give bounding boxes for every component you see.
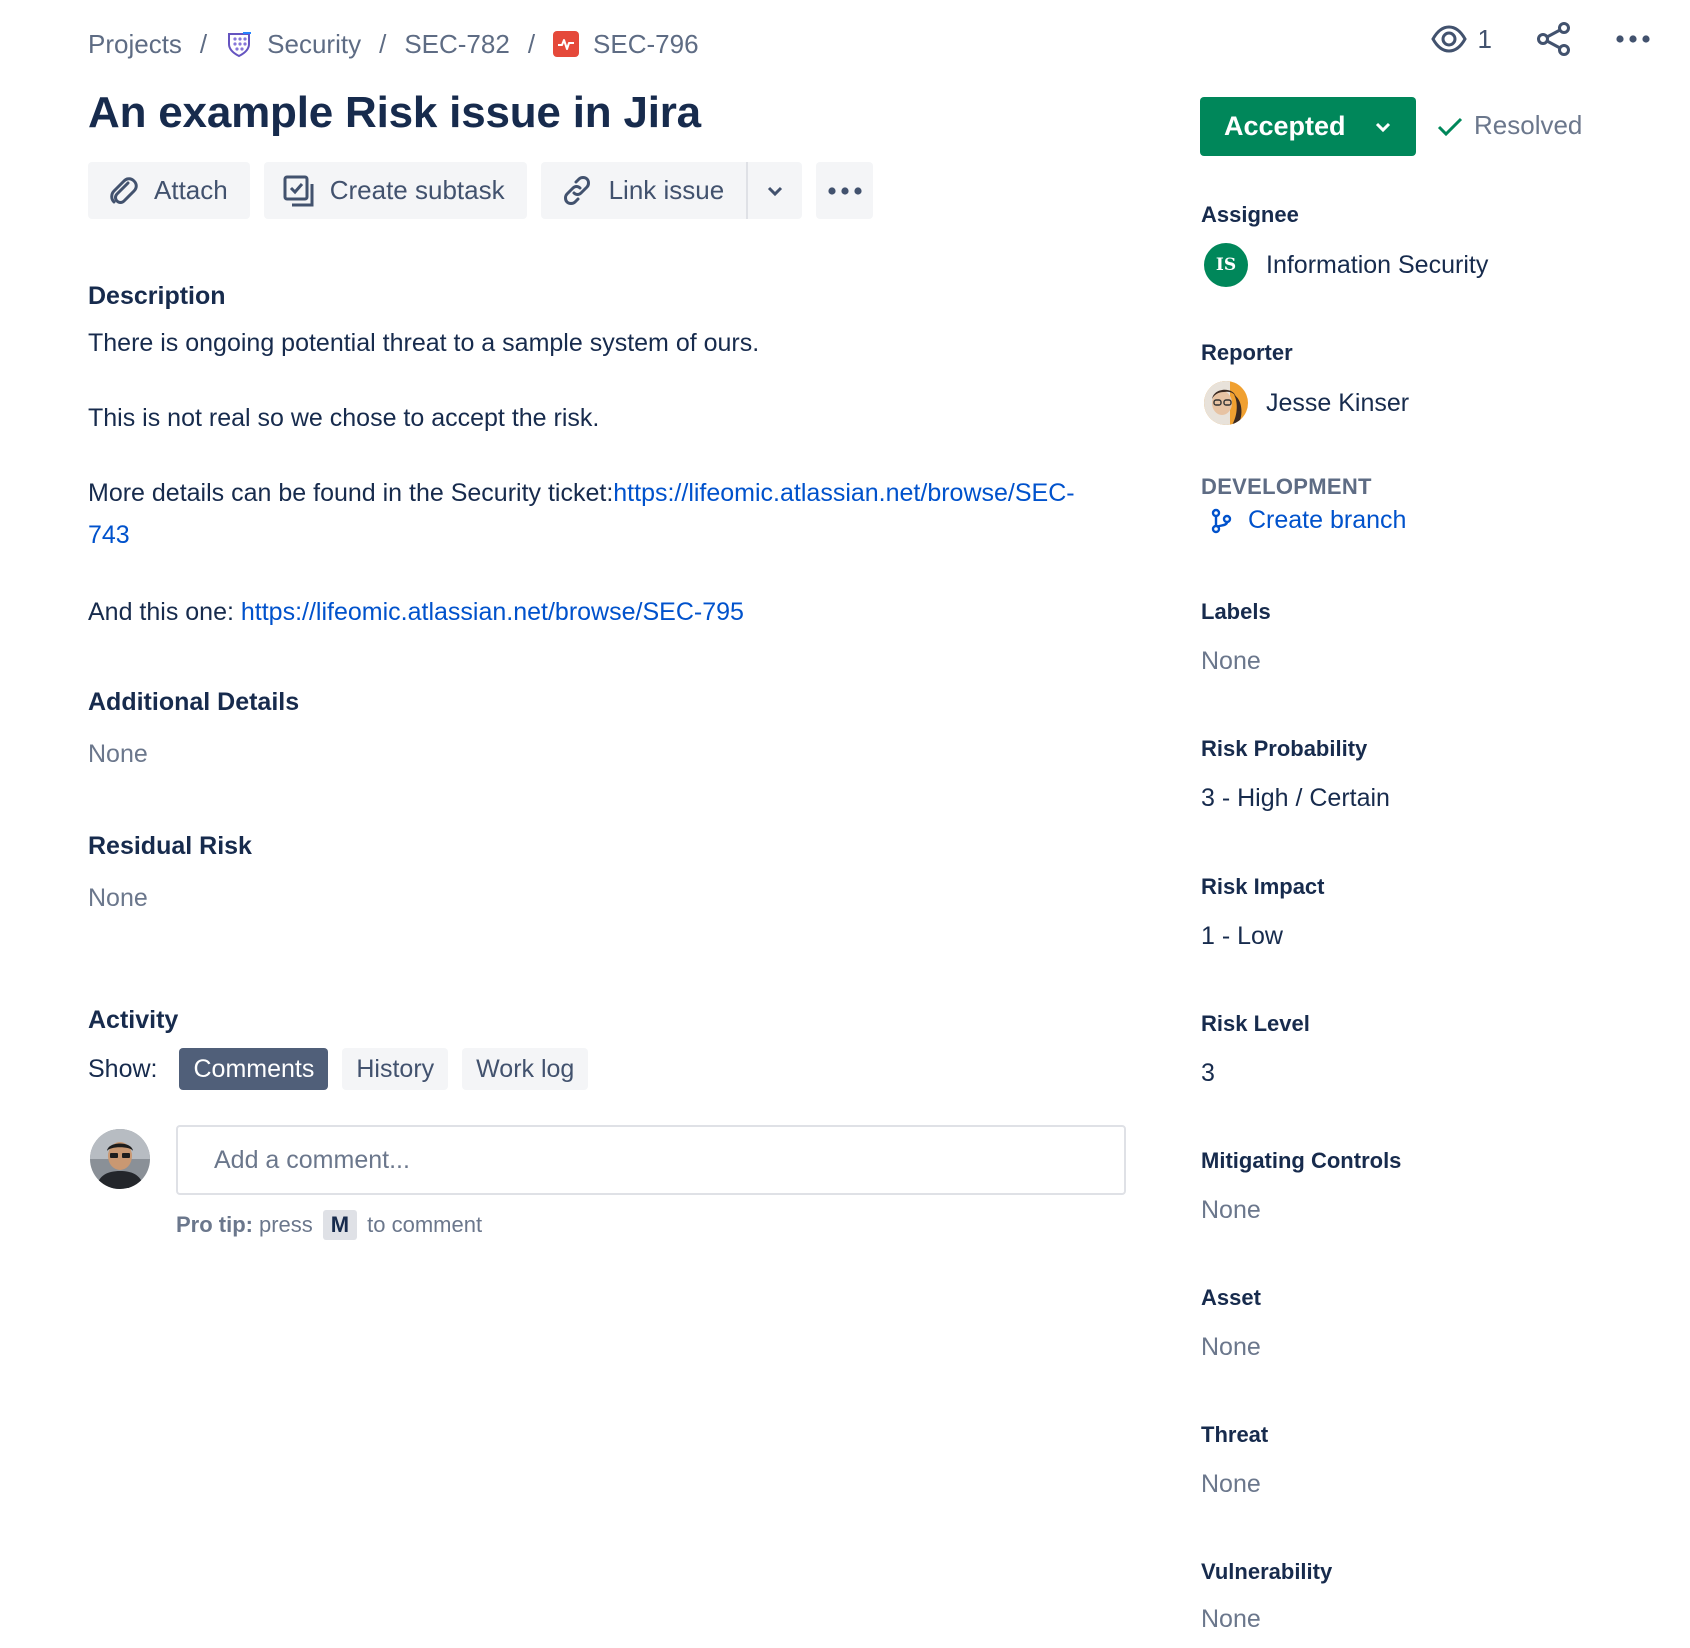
- pro-tip: Pro tip: press M to comment: [176, 1210, 482, 1240]
- development-label: DEVELOPMENT: [1201, 474, 1372, 499]
- breadcrumb-separator: /: [527, 28, 536, 59]
- risk-impact-label: Risk Impact: [1201, 874, 1325, 899]
- breadcrumb: Projects / Security / SEC-782 / SEC-796: [88, 26, 699, 62]
- description-paragraph: And this one: https://lifeomic.atlassian…: [88, 591, 744, 633]
- link-issue-split-button: Link issue: [540, 162, 803, 219]
- breadcrumb-issue[interactable]: SEC-796: [553, 29, 699, 60]
- share-icon: [1537, 22, 1570, 56]
- assignee-name: Information Security: [1266, 250, 1489, 279]
- mitigating-controls-value[interactable]: None: [1201, 1196, 1261, 1225]
- toolbar-more-button[interactable]: [816, 162, 874, 219]
- check-icon: [1437, 117, 1463, 136]
- threat-value[interactable]: None: [1201, 1470, 1261, 1499]
- create-subtask-button[interactable]: Create subtask: [263, 162, 527, 219]
- create-branch-link[interactable]: Create branch: [1210, 506, 1406, 535]
- security-ticket-link[interactable]: 743: [88, 521, 130, 549]
- breadcrumb-project-label: Security: [267, 28, 362, 59]
- shortcut-key: M: [322, 1210, 358, 1240]
- description-paragraph: More details can be found in the Securit…: [88, 472, 1108, 556]
- more-icon: [828, 186, 862, 195]
- activity-filter: Show: Comments History Work log: [88, 1048, 589, 1090]
- vulnerability-label: Vulnerability: [1201, 1559, 1333, 1584]
- protip-label: Pro tip:: [176, 1212, 253, 1237]
- breadcrumb-separator: /: [199, 28, 208, 59]
- status-button[interactable]: Accepted: [1200, 97, 1416, 156]
- breadcrumb-separator: /: [379, 28, 387, 59]
- tab-comments[interactable]: Comments: [179, 1048, 329, 1090]
- assignee-avatar: IS: [1204, 243, 1248, 287]
- status-label: Accepted: [1224, 111, 1346, 141]
- issue-header-actions: 1: [1430, 22, 1650, 56]
- assignee-field[interactable]: IS Information Security: [1204, 243, 1488, 287]
- link-issue-dropdown[interactable]: [746, 162, 803, 219]
- asset-label: Asset: [1201, 1285, 1261, 1310]
- risk-probability-value[interactable]: 3 - High / Certain: [1201, 784, 1390, 813]
- paperclip-icon: [110, 176, 138, 204]
- assignee-label: Assignee: [1201, 202, 1299, 227]
- mitigating-controls-label: Mitigating Controls: [1201, 1148, 1402, 1173]
- security-ticket-link[interactable]: https://lifeomic.atlassian.net/browse/SE…: [241, 598, 744, 626]
- comment-placeholder: Add a comment...: [214, 1145, 410, 1174]
- branch-icon: [1211, 508, 1232, 533]
- labels-value[interactable]: None: [1201, 647, 1261, 676]
- link-icon: [563, 175, 590, 205]
- risk-impact-value[interactable]: 1 - Low: [1201, 922, 1283, 951]
- resolution-label: Resolved: [1474, 110, 1583, 140]
- description-text: More details can be found in the Securit…: [88, 479, 614, 507]
- asset-value[interactable]: None: [1201, 1333, 1261, 1362]
- risk-level-label: Risk Level: [1201, 1011, 1310, 1036]
- protip-press: press: [259, 1212, 313, 1237]
- risk-level-value[interactable]: 3: [1201, 1059, 1215, 1088]
- tab-history[interactable]: History: [342, 1048, 449, 1090]
- security-project-icon: [228, 32, 252, 58]
- labels-label: Labels: [1201, 599, 1271, 624]
- chevron-down-icon: [1375, 122, 1391, 132]
- breadcrumb-parent[interactable]: SEC-782: [404, 29, 510, 60]
- comment-input[interactable]: Add a comment...: [176, 1125, 1126, 1195]
- description-text: And this one:: [88, 598, 241, 626]
- description-paragraph: There is ongoing potential threat to a s…: [88, 329, 760, 357]
- subtask-icon: [283, 175, 314, 206]
- attach-label: Attach: [154, 175, 228, 205]
- more-icon: [1616, 35, 1650, 43]
- issue-toolbar: Attach Create subtask Link issue: [88, 162, 874, 219]
- reporter-name: Jesse Kinser: [1266, 388, 1410, 417]
- breadcrumb-project[interactable]: Security: [225, 29, 361, 60]
- risk-probability-label: Risk Probability: [1201, 736, 1368, 761]
- description-heading: Description: [88, 282, 226, 310]
- threat-label: Threat: [1201, 1422, 1269, 1447]
- watch-count: 1: [1477, 23, 1492, 54]
- more-actions-button[interactable]: [1616, 34, 1650, 44]
- share-button[interactable]: [1536, 22, 1572, 56]
- eye-icon: [1430, 25, 1467, 53]
- description-paragraph: This is not real so we chose to accept t…: [88, 404, 600, 432]
- chevron-down-icon: [768, 186, 783, 196]
- watch-button[interactable]: 1: [1430, 24, 1492, 55]
- create-subtask-label: Create subtask: [329, 175, 505, 205]
- residual-risk-heading: Residual Risk: [88, 832, 252, 860]
- breadcrumb-issue-label: SEC-796: [593, 28, 699, 59]
- reporter-avatar: [1204, 381, 1248, 425]
- link-issue-button[interactable]: Link issue: [540, 162, 747, 219]
- current-user-avatar: [90, 1129, 150, 1189]
- activity-heading: Activity: [88, 1006, 179, 1034]
- protip-suffix: to comment: [367, 1212, 483, 1237]
- security-ticket-link[interactable]: https://lifeomic.atlassian.net/browse/SE…: [613, 479, 1074, 507]
- issue-title[interactable]: An example Risk issue in Jira: [88, 88, 701, 138]
- residual-risk-value[interactable]: None: [88, 884, 148, 913]
- additional-details-heading: Additional Details: [88, 688, 300, 716]
- link-issue-label: Link issue: [608, 175, 725, 205]
- risk-issue-type-icon: [553, 31, 580, 57]
- reporter-label: Reporter: [1201, 340, 1293, 365]
- additional-details-value[interactable]: None: [88, 740, 148, 769]
- vulnerability-value[interactable]: None: [1201, 1605, 1261, 1634]
- resolution: Resolved: [1436, 110, 1582, 141]
- reporter-field[interactable]: Jesse Kinser: [1204, 381, 1409, 425]
- show-label: Show:: [88, 1054, 158, 1083]
- create-branch-label: Create branch: [1248, 506, 1407, 534]
- attach-button[interactable]: Attach: [88, 162, 250, 219]
- tab-work-log[interactable]: Work log: [462, 1048, 589, 1090]
- breadcrumb-projects[interactable]: Projects: [88, 29, 182, 60]
